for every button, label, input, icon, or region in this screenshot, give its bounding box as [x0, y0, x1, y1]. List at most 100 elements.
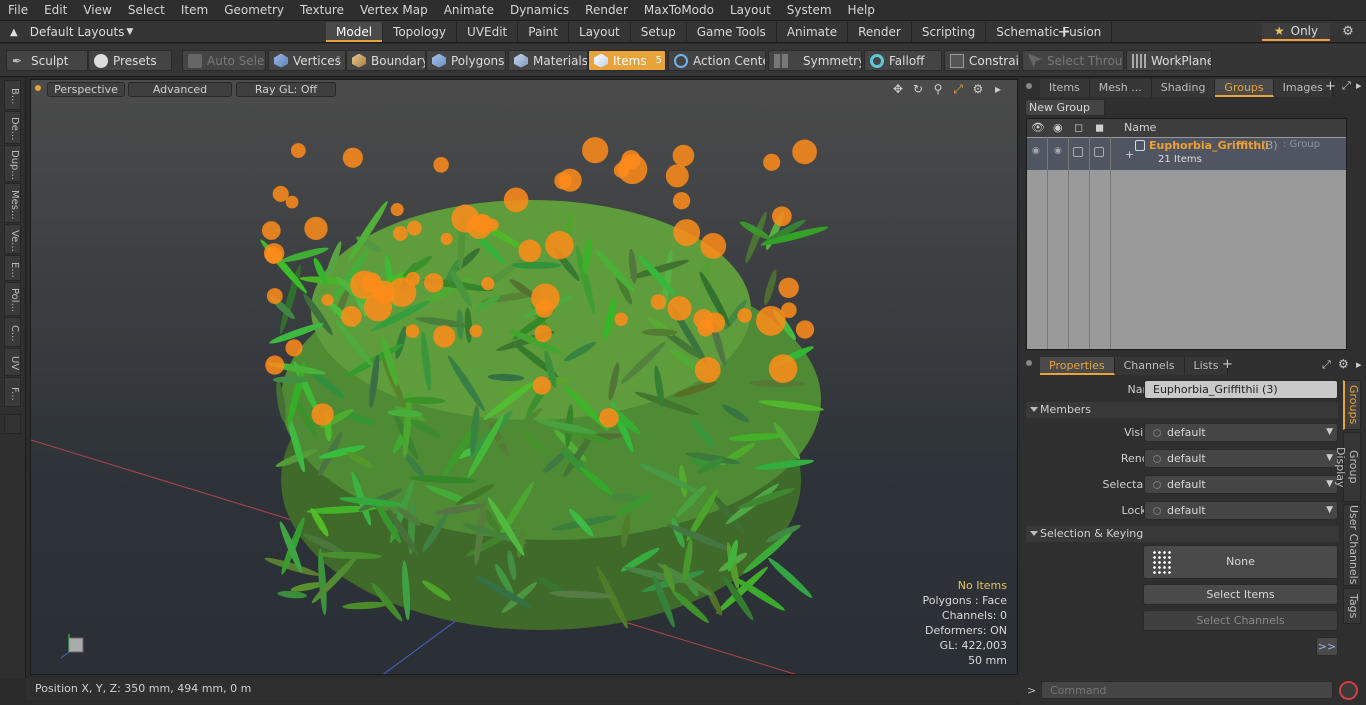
boundary-button[interactable]: Boundary [346, 50, 426, 71]
tab-topology[interactable]: Topology [383, 22, 458, 42]
row-visibility-icon[interactable]: ◉ [1032, 146, 1040, 156]
tab-model[interactable]: Model [326, 22, 384, 42]
more-button[interactable]: >> [1316, 637, 1338, 656]
props-more-icon[interactable]: ▸ [1356, 358, 1362, 371]
layout-dropdown[interactable]: ▲ Default Layouts ▼ [0, 21, 180, 43]
menu-file[interactable]: File [0, 0, 36, 21]
left-tab-polygon[interactable]: Pol... [4, 282, 21, 316]
tab-paint[interactable]: Paint [518, 22, 569, 42]
render-dropdown[interactable]: default ▼ [1144, 449, 1338, 468]
vtab-group-display[interactable]: Group Display [1334, 432, 1361, 502]
new-group-button[interactable]: New Group [1025, 99, 1105, 116]
tab-scripting[interactable]: Scripting [912, 22, 987, 42]
selectable-dropdown[interactable]: default ▼ [1144, 475, 1338, 494]
menu-vertex-map[interactable]: Vertex Map [352, 0, 436, 21]
expand-props-icon[interactable]: ⤢ [1322, 358, 1331, 372]
props-gear-icon[interactable]: ⚙ [1338, 357, 1349, 371]
auto-select-button[interactable]: Auto Select [182, 50, 266, 71]
add-tab-plus-icon[interactable]: + [1056, 21, 1072, 43]
vtab-user-channels[interactable]: User Channels [1343, 504, 1361, 586]
menu-layout[interactable]: Layout [722, 0, 779, 21]
menu-edit[interactable]: Edit [36, 0, 75, 21]
record-icon[interactable] [1339, 681, 1358, 700]
left-tab-curve[interactable]: C... [4, 317, 21, 347]
row-lock-checkbox[interactable] [1094, 147, 1104, 157]
menu-texture[interactable]: Texture [292, 0, 352, 21]
symmetry-button[interactable]: Symmetry [768, 50, 862, 71]
command-input[interactable] [1041, 681, 1333, 699]
only-toggle[interactable]: ★ Only [1262, 23, 1330, 41]
tab-animate[interactable]: Animate [777, 22, 849, 42]
action-center-button[interactable]: Action Center [668, 50, 766, 71]
add-props-tab-plus-icon[interactable]: + [1222, 357, 1233, 372]
none-button[interactable]: None [1143, 545, 1338, 579]
select-items-button[interactable]: Select Items [1143, 584, 1338, 605]
visible-dropdown[interactable]: default ▼ [1144, 423, 1338, 442]
tab-mesh[interactable]: Mesh ... [1089, 79, 1152, 97]
menu-item[interactable]: Item [173, 0, 216, 21]
tab-shading[interactable]: Shading [1151, 79, 1216, 97]
row-select-checkbox[interactable] [1073, 147, 1083, 157]
visibility-eye-icon[interactable]: 👁 [1031, 119, 1045, 137]
members-section[interactable]: Members [1026, 402, 1338, 418]
locked-dropdown[interactable]: default ▼ [1144, 501, 1338, 520]
left-tab-vertex[interactable]: Ve... [4, 224, 21, 254]
tab-layout[interactable]: Layout [569, 22, 631, 42]
select-channels-button[interactable]: Select Channels [1143, 610, 1338, 631]
select-cube-icon[interactable]: ◻ [1074, 119, 1083, 137]
presets-button[interactable]: Presets [88, 50, 172, 71]
gear-icon[interactable]: ⚙ [1340, 24, 1356, 40]
collapse-arrow-icon[interactable]: ▲ [10, 27, 18, 38]
left-tab-uv[interactable]: UV [4, 348, 21, 376]
lock-cube-icon[interactable]: ◼ [1095, 119, 1104, 137]
tab-schematic-fusion[interactable]: Schematic Fusion [986, 22, 1113, 42]
selection-keying-section[interactable]: Selection & Keying [1026, 526, 1338, 542]
left-tab-duplicate[interactable]: Dup... [4, 145, 21, 182]
menu-dynamics[interactable]: Dynamics [502, 0, 577, 21]
menu-animate[interactable]: Animate [436, 0, 502, 21]
left-tab-collapse[interactable] [4, 414, 21, 434]
menu-maxtomodo[interactable]: MaxToModo [636, 0, 722, 21]
sculpt-button[interactable]: ✒ Sculpt [6, 50, 88, 71]
polygons-button[interactable]: Polygons [426, 50, 506, 71]
left-tab-edge[interactable]: E... [4, 255, 21, 281]
left-tab-basic[interactable]: B... [4, 80, 21, 110]
tab-channels[interactable]: Channels [1114, 357, 1185, 375]
materials-button[interactable]: Materials [508, 50, 588, 71]
groups-list[interactable]: 👁 ◉ ◻ ◼ Name ◉ ◉ + Euphorbia_Griffithii … [1026, 118, 1347, 350]
expand-panel-icon[interactable]: ⤢ [1342, 79, 1351, 93]
expand-plus-icon[interactable]: + [1125, 148, 1134, 161]
panel-more-icon[interactable]: ▸ [1356, 79, 1362, 92]
tab-groups[interactable]: Groups [1215, 79, 1274, 97]
add-panel-tab-plus-icon[interactable]: + [1325, 79, 1336, 94]
workplane-button[interactable]: WorkPlane [1126, 50, 1212, 71]
group-row[interactable]: ◉ ◉ + Euphorbia_Griffithii (3) : Group 2… [1027, 138, 1346, 170]
3d-viewport[interactable]: Perspective Advanced Ray GL: Off ✥ ↻ ⚲ ⤢… [30, 79, 1018, 675]
tab-uvedit[interactable]: UVEdit [457, 22, 519, 42]
left-tab-deform[interactable]: De... [4, 111, 21, 144]
row-render-icon[interactable]: ◉ [1054, 146, 1062, 156]
vertices-button[interactable]: Vertices 1 [268, 50, 346, 71]
tab-render[interactable]: Render [848, 22, 912, 42]
name-input[interactable]: Euphorbia_Griffithii (3) [1144, 380, 1338, 399]
tab-images[interactable]: Images [1273, 79, 1333, 97]
select-through-button[interactable]: Select Through [1022, 50, 1124, 71]
tab-game-tools[interactable]: Game Tools [687, 22, 777, 42]
menu-geometry[interactable]: Geometry [216, 0, 292, 21]
name-column-header[interactable]: Name [1124, 119, 1156, 137]
menu-select[interactable]: Select [120, 0, 173, 21]
tab-items[interactable]: Items [1040, 79, 1090, 97]
menu-render[interactable]: Render [577, 0, 636, 21]
left-tab-fusion[interactable]: F... [4, 377, 21, 407]
vtab-groups[interactable]: Groups [1343, 380, 1361, 430]
vtab-tags[interactable]: Tags [1343, 588, 1361, 624]
tab-properties[interactable]: Properties [1040, 357, 1115, 375]
menu-view[interactable]: View [75, 0, 119, 21]
menu-help[interactable]: Help [840, 0, 883, 21]
menu-system[interactable]: System [779, 0, 840, 21]
left-tab-mesh-edit[interactable]: Mes... [4, 183, 21, 223]
falloff-button[interactable]: Falloff [864, 50, 942, 71]
items-button[interactable]: Items 5 [588, 50, 666, 71]
constraints-button[interactable]: Constrai... [944, 50, 1020, 71]
render-icon[interactable]: ◉ [1053, 119, 1063, 137]
